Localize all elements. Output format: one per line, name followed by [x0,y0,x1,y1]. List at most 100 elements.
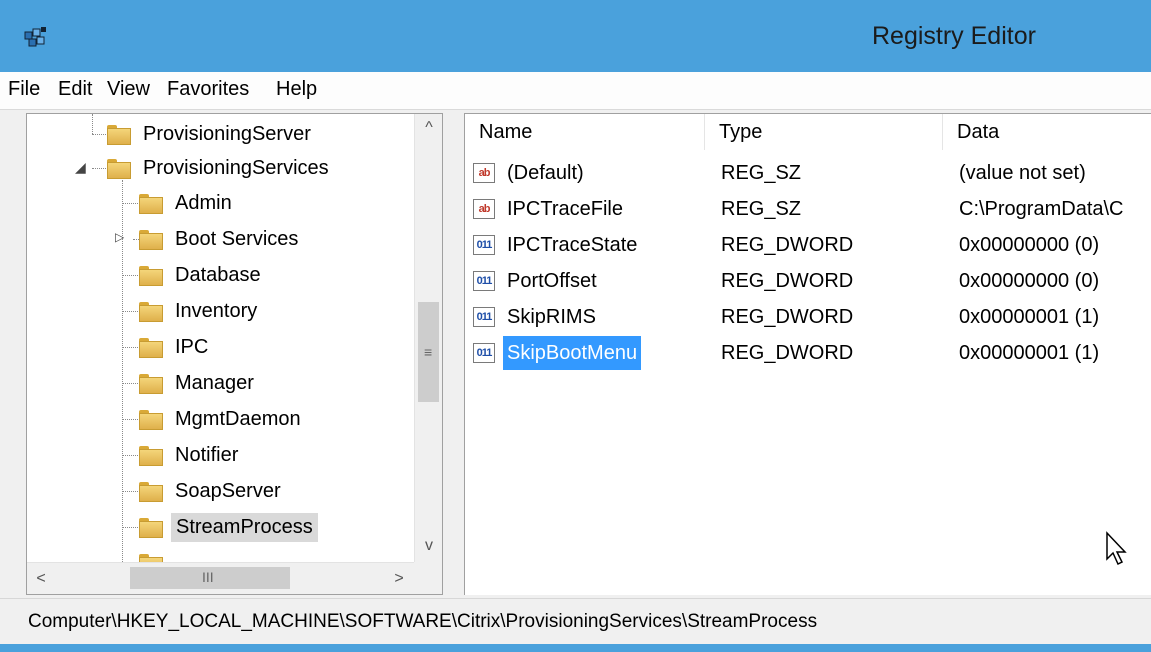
menu-bar: File Edit View Favorites Help [0,72,1151,110]
string-value-icon: ab [473,163,495,183]
folder-icon [107,159,131,179]
tree-item-streamprocess[interactable]: StreamProcess [139,510,318,544]
folder-icon [139,410,163,430]
title-bar[interactable]: Registry Editor [0,0,1151,72]
key-path: Computer\HKEY_LOCAL_MACHINE\SOFTWARE\Cit… [28,611,818,632]
value-type: REG_DWORD [721,306,854,328]
scrollbar-corner [414,562,442,594]
tree-item-label: SoapServer [175,479,281,502]
tree-item-label: ProvisioningServer [143,122,311,145]
grip-icon: ≡ [424,344,433,360]
tree-item-soapserver[interactable]: SoapServer [139,474,285,508]
value-name: SkipRIMS [507,306,596,328]
menu-favorites[interactable]: Favorites [167,78,249,101]
scroll-right-icon[interactable]: > [385,565,413,593]
value-type: REG_DWORD [721,270,854,292]
value-data: 0x00000000 (0) [959,234,1100,256]
folder-icon [139,374,163,394]
tree-item-provisioningserver[interactable]: ProvisioningServer [107,117,315,151]
column-header-name[interactable]: Name [465,114,705,150]
value-data: C:\ProgramData\C [959,198,1124,220]
scroll-up-icon[interactable]: ^ [415,114,442,142]
tree-item-label: Admin [175,191,232,214]
menu-help[interactable]: Help [276,78,317,101]
scroll-left-icon[interactable]: < [27,565,55,593]
string-value-icon: ab [473,199,495,219]
tree-item-label: StreamProcess [171,512,318,542]
tree-item-manager[interactable]: Manager [139,366,258,400]
value-type: REG_DWORD [721,342,854,364]
client-area: ◢ ▷ ProvisioningServer ProvisioningServi… [0,110,1151,598]
collapse-arrow-icon[interactable]: ◢ [75,159,86,176]
folder-icon [107,125,131,145]
menu-view[interactable]: View [107,78,150,101]
value-data: (value not set) [959,162,1086,184]
grip-icon: III [202,569,214,585]
value-row[interactable]: ab (Default) REG_SZ (value not set) [465,156,1151,190]
registry-editor-app-icon [24,27,46,47]
value-row[interactable]: 011 SkipRIMS REG_DWORD 0x00000001 (1) [465,300,1151,334]
value-row[interactable]: 011 IPCTraceState REG_DWORD 0x00000000 (… [465,228,1151,262]
dword-value-icon: 011 [473,307,495,327]
tree-item-label: Database [175,263,261,286]
value-data: 0x00000000 (0) [959,270,1100,292]
mouse-cursor-icon [1106,531,1127,566]
value-name: PortOffset [507,270,597,292]
value-row-selected[interactable]: 011 SkipBootMenu REG_DWORD 0x00000001 (1… [465,336,1151,370]
column-header-data[interactable]: Data [943,114,1151,150]
tree-item-inventory[interactable]: Inventory [139,294,261,328]
tree-item-label: Notifier [175,443,239,466]
vertical-scroll-thumb[interactable]: ≡ [418,302,439,402]
value-name: IPCTraceState [507,234,638,256]
folder-icon [139,338,163,358]
key-tree-pane[interactable]: ◢ ▷ ProvisioningServer ProvisioningServi… [26,113,443,595]
tree-item-provisioningservices[interactable]: ProvisioningServices [107,151,333,185]
folder-icon [139,302,163,322]
tree-item-mgmtdaemon[interactable]: MgmtDaemon [139,402,305,436]
window-title: Registry Editor [872,22,1036,50]
folder-icon [139,518,163,538]
tree-item-label: MgmtDaemon [175,407,301,430]
tree-item-label: Boot Services [175,227,299,250]
dword-value-icon: 011 [473,343,495,363]
tree-item-label: Manager [175,371,254,394]
tree-item-database[interactable]: Database [139,258,265,292]
tree-item-label: Inventory [175,299,258,322]
tree-horizontal-scrollbar[interactable]: < III > [27,562,416,594]
value-type: REG_SZ [721,198,802,220]
dword-value-icon: 011 [473,271,495,291]
tree-line [92,114,93,134]
folder-icon [139,230,163,250]
folder-icon [139,194,163,214]
window-border [0,644,1151,652]
expand-arrow-icon[interactable]: ▷ [115,230,124,244]
value-data: 0x00000001 (1) [959,342,1100,364]
tree-item-ipc[interactable]: IPC [139,330,212,364]
tree-item-boot-services[interactable]: Boot Services [139,222,302,256]
value-type: REG_DWORD [721,234,854,256]
column-header-type[interactable]: Type [705,114,943,150]
value-row[interactable]: 011 PortOffset REG_DWORD 0x00000000 (0) [465,264,1151,298]
tree-item-admin[interactable]: Admin [139,186,236,220]
horizontal-scroll-thumb[interactable]: III [130,567,290,589]
value-row[interactable]: ab IPCTraceFile REG_SZ C:\ProgramData\C [465,192,1151,226]
menu-edit[interactable]: Edit [58,78,92,101]
values-list-pane[interactable]: Name Type Data ab (Default) REG_SZ (valu… [464,113,1151,595]
folder-icon [139,482,163,502]
folder-icon [139,446,163,466]
value-name: IPCTraceFile [507,198,623,220]
value-data: 0x00000001 (1) [959,306,1100,328]
tree-item-notifier[interactable]: Notifier [139,438,242,472]
folder-icon [139,266,163,286]
tree-item-label: ProvisioningServices [143,156,329,179]
value-name: SkipBootMenu [503,336,642,370]
menu-file[interactable]: File [8,78,40,101]
status-bar: Computer\HKEY_LOCAL_MACHINE\SOFTWARE\Cit… [0,598,1151,644]
value-name: (Default) [507,162,584,184]
value-type: REG_SZ [721,162,802,184]
tree-item-label: IPC [175,335,209,358]
registry-editor-window: Registry Editor File Edit View Favorites… [0,0,1151,652]
dword-value-icon: 011 [473,235,495,255]
tree-vertical-scrollbar[interactable]: ^ ≡ v [414,114,442,564]
scroll-down-icon[interactable]: v [415,532,442,560]
